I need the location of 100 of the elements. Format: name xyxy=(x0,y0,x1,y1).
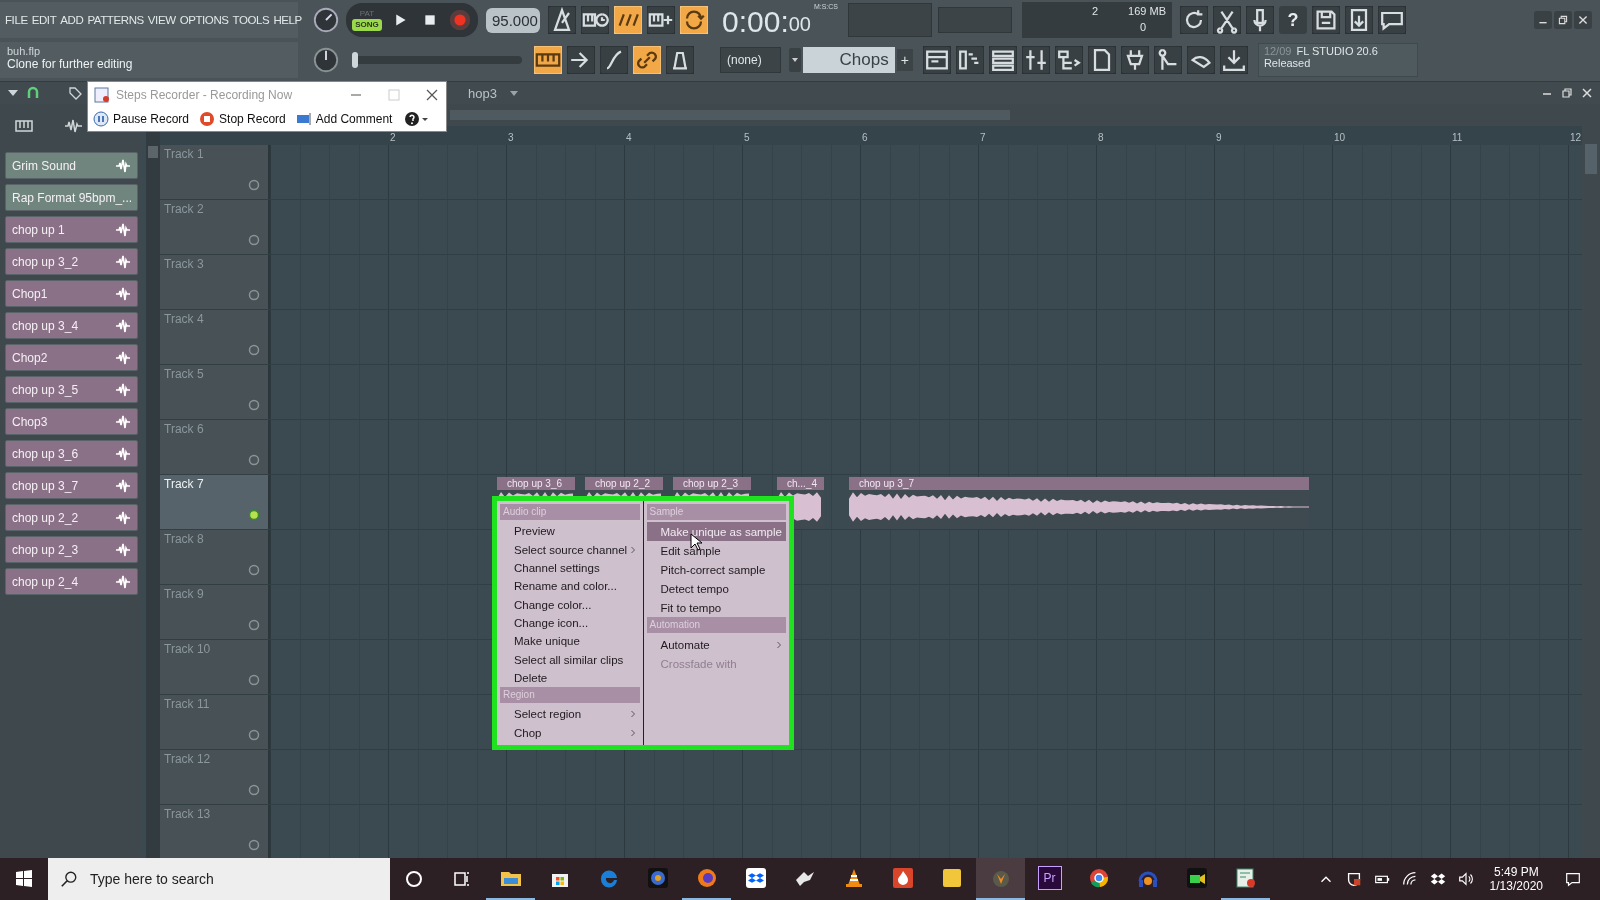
save-icon[interactable] xyxy=(1312,6,1340,34)
menu-item[interactable]: Make unique xyxy=(500,632,640,651)
piano-icon[interactable] xyxy=(14,119,34,133)
mute-light-icon[interactable] xyxy=(248,729,260,741)
menu-item[interactable]: Select all similar clips xyxy=(500,650,640,669)
mixer-icon[interactable] xyxy=(1021,46,1050,74)
channel-button[interactable]: Grim Sound xyxy=(5,152,138,179)
mute-light-icon[interactable] xyxy=(248,619,260,631)
channel-button[interactable]: Rap Format 95bpm_... xyxy=(5,184,138,211)
restore-icon[interactable] xyxy=(1554,11,1572,29)
windows-start-icon[interactable] xyxy=(14,869,34,889)
render-icon[interactable] xyxy=(1345,6,1373,34)
menu-item[interactable]: Edit sample xyxy=(646,541,786,560)
snap-dropdown[interactable]: (none) xyxy=(720,47,781,73)
slide-icon[interactable] xyxy=(600,46,628,74)
audio-clip[interactable]: chop up 3_7 xyxy=(849,477,1309,529)
channel-button[interactable]: chop up 2_2 xyxy=(5,504,138,531)
mute-light-icon[interactable] xyxy=(248,399,260,411)
mute-light-icon[interactable] xyxy=(248,674,260,686)
playlist-title[interactable]: hop3 xyxy=(468,85,497,101)
channel-rack-icon[interactable] xyxy=(988,46,1017,74)
menu-item[interactable]: FILE xyxy=(5,14,28,26)
menu-item[interactable]: Select region xyxy=(500,705,640,724)
menu-item[interactable]: Automate xyxy=(646,635,786,654)
menu-item[interactable]: Detect tempo xyxy=(646,579,786,598)
restore-icon[interactable] xyxy=(1560,86,1574,100)
menu-item[interactable]: Change color... xyxy=(500,595,640,614)
channel-button[interactable]: chop up 1 xyxy=(5,216,138,243)
premiere-app-button[interactable]: Pr xyxy=(1025,858,1074,900)
tempo-field[interactable]: 95.000 xyxy=(486,7,540,33)
tag-icon[interactable] xyxy=(68,86,82,100)
knob-icon[interactable] xyxy=(312,46,340,74)
arrow-icon[interactable] xyxy=(567,46,595,74)
keyboard-icon[interactable] xyxy=(534,46,562,74)
mute-light-icon[interactable] xyxy=(248,839,260,851)
menu-item[interactable]: Delete xyxy=(500,668,640,688)
track-header[interactable]: Track 7 xyxy=(160,475,270,529)
channel-button[interactable]: Chop3 xyxy=(5,408,138,435)
mute-light-icon[interactable] xyxy=(248,234,260,246)
menu-item[interactable]: Channel settings xyxy=(500,558,640,578)
mute-light-icon[interactable] xyxy=(248,344,260,356)
loop-icon[interactable] xyxy=(680,6,708,34)
menu-item[interactable]: EDIT xyxy=(31,14,57,26)
mute-light-icon[interactable] xyxy=(248,454,260,466)
close-icon[interactable] xyxy=(1580,86,1594,100)
mute-light-icon[interactable] xyxy=(248,509,260,521)
person-icon[interactable] xyxy=(1153,46,1182,74)
notification-icon[interactable] xyxy=(1564,870,1582,888)
menu-item[interactable]: Change icon... xyxy=(500,613,640,633)
microphone-icon[interactable] xyxy=(1246,6,1274,34)
knob-icon[interactable] xyxy=(312,6,340,34)
menu-item[interactable]: Pitch-correct sample xyxy=(646,560,786,579)
menu-item[interactable]: TOOLS xyxy=(232,14,270,26)
magnet-icon[interactable] xyxy=(26,86,40,100)
speaker-icon[interactable] xyxy=(1456,870,1475,888)
mute-light-icon[interactable] xyxy=(248,564,260,576)
keyboard-plus-icon[interactable] xyxy=(647,6,675,34)
taskbar-clock[interactable]: 5:49 PM 1/13/2020 xyxy=(1489,865,1543,893)
menu-item[interactable]: OPTIONS xyxy=(179,14,229,26)
undo-icon[interactable] xyxy=(1180,6,1208,34)
mute-light-icon[interactable] xyxy=(248,289,260,301)
scissors-icon[interactable] xyxy=(1213,6,1241,34)
mute-light-icon[interactable] xyxy=(248,179,260,191)
menu-item[interactable]: VIEW xyxy=(147,14,176,26)
channel-button[interactable]: chop up 3_6 xyxy=(5,440,138,467)
menu-item[interactable]: Fit to tempo xyxy=(646,598,786,617)
help-icon[interactable] xyxy=(404,111,431,128)
channel-button[interactable]: chop up 3_2 xyxy=(5,248,138,275)
bell-icon[interactable] xyxy=(666,46,694,74)
menu-item[interactable]: Rename and color... xyxy=(500,577,640,596)
countdown-icon[interactable] xyxy=(614,6,642,34)
playlist-icon[interactable] xyxy=(922,46,951,74)
piano-roll-icon[interactable] xyxy=(955,46,984,74)
keyboard-clock-icon[interactable] xyxy=(581,6,609,34)
plug-icon[interactable] xyxy=(1120,46,1149,74)
menu-item[interactable]: Chop xyxy=(500,723,640,742)
taskbar-search-field[interactable]: Type here to search xyxy=(48,858,390,900)
waveform-icon[interactable] xyxy=(64,119,84,133)
minimize-icon[interactable] xyxy=(1534,11,1552,29)
channel-button[interactable]: Chop1 xyxy=(5,280,138,307)
slider-thumb[interactable] xyxy=(352,52,358,68)
help-button[interactable]: ? xyxy=(1279,6,1307,34)
download-icon[interactable] xyxy=(1219,46,1248,74)
add-pattern-button[interactable]: + xyxy=(896,49,913,71)
channel-button[interactable]: chop up 3_4 xyxy=(5,312,138,339)
document-icon[interactable] xyxy=(1087,46,1116,74)
mode-toggle[interactable]: SONG xyxy=(352,19,382,31)
channel-button[interactable]: chop up 2_3 xyxy=(5,536,138,563)
menu-item[interactable]: HELP xyxy=(273,14,302,26)
menu-item[interactable]: Select source channel xyxy=(500,540,640,559)
browser-icon[interactable] xyxy=(1054,46,1083,74)
menu-item[interactable]: Make unique as sample xyxy=(646,522,786,541)
comment-icon[interactable] xyxy=(1378,6,1406,34)
timeline-ruler[interactable]: 2 3 4 5 6 7 8 9 10 11 12 xyxy=(160,126,1582,145)
menu-item[interactable]: PATTERNS xyxy=(87,14,144,26)
channel-button[interactable]: chop up 3_7 xyxy=(5,472,138,499)
close-icon[interactable] xyxy=(1574,11,1592,29)
metronome-icon[interactable] xyxy=(548,6,576,34)
channel-button[interactable]: Chop2 xyxy=(5,344,138,371)
link-icon[interactable] xyxy=(633,46,661,74)
